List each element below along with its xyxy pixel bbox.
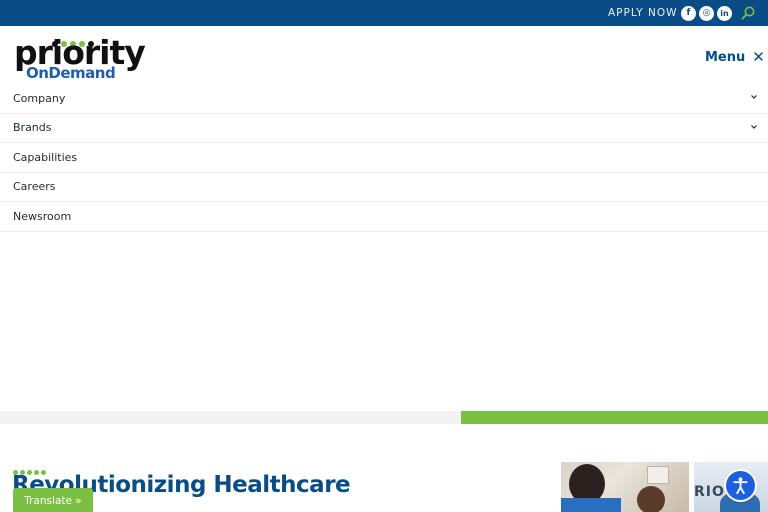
- apply-now-link[interactable]: APPLY NOW: [608, 7, 678, 19]
- facebook-icon[interactable]: f: [681, 6, 696, 21]
- search-icon[interactable]: [740, 5, 756, 21]
- close-icon: ✕: [752, 48, 765, 66]
- accessibility-button[interactable]: [726, 471, 755, 500]
- chevron-down-icon[interactable]: [750, 123, 758, 131]
- linkedin-icon[interactable]: in: [717, 6, 732, 21]
- nav-item-label: Capabilities: [13, 150, 78, 164]
- logo-word-ondemand: OnDemand: [26, 64, 116, 82]
- progress-stripe: [0, 411, 768, 424]
- nav-item-company[interactable]: Company: [0, 84, 768, 114]
- accessibility-icon: [733, 477, 748, 495]
- top-bar: APPLY NOW f ◎ in: [0, 0, 768, 26]
- instagram-icon[interactable]: ◎: [699, 6, 714, 21]
- translate-button[interactable]: Translate »: [13, 488, 93, 512]
- nav-item-label: Careers: [13, 180, 56, 194]
- progress-stripe-fill: [460, 411, 768, 424]
- menu-label: Menu: [705, 50, 746, 65]
- nav-item-newsroom[interactable]: Newsroom: [0, 202, 768, 232]
- nav-item-careers[interactable]: Careers: [0, 173, 768, 202]
- nav-item-capabilities[interactable]: Capabilities: [0, 143, 768, 173]
- mobile-nav-menu: Company Brands Capabilities Careers News…: [0, 84, 768, 232]
- nav-item-brands[interactable]: Brands: [0, 114, 768, 143]
- hero-photo-nurses: [561, 462, 689, 512]
- site-logo[interactable]: priority OnDemand: [14, 34, 146, 82]
- nav-item-label: Newsroom: [13, 209, 72, 223]
- menu-toggle-button[interactable]: Menu ✕: [705, 48, 765, 66]
- chevron-down-icon[interactable]: [750, 93, 758, 101]
- nav-item-label: Brands: [13, 121, 52, 135]
- nav-item-label: Company: [13, 91, 66, 105]
